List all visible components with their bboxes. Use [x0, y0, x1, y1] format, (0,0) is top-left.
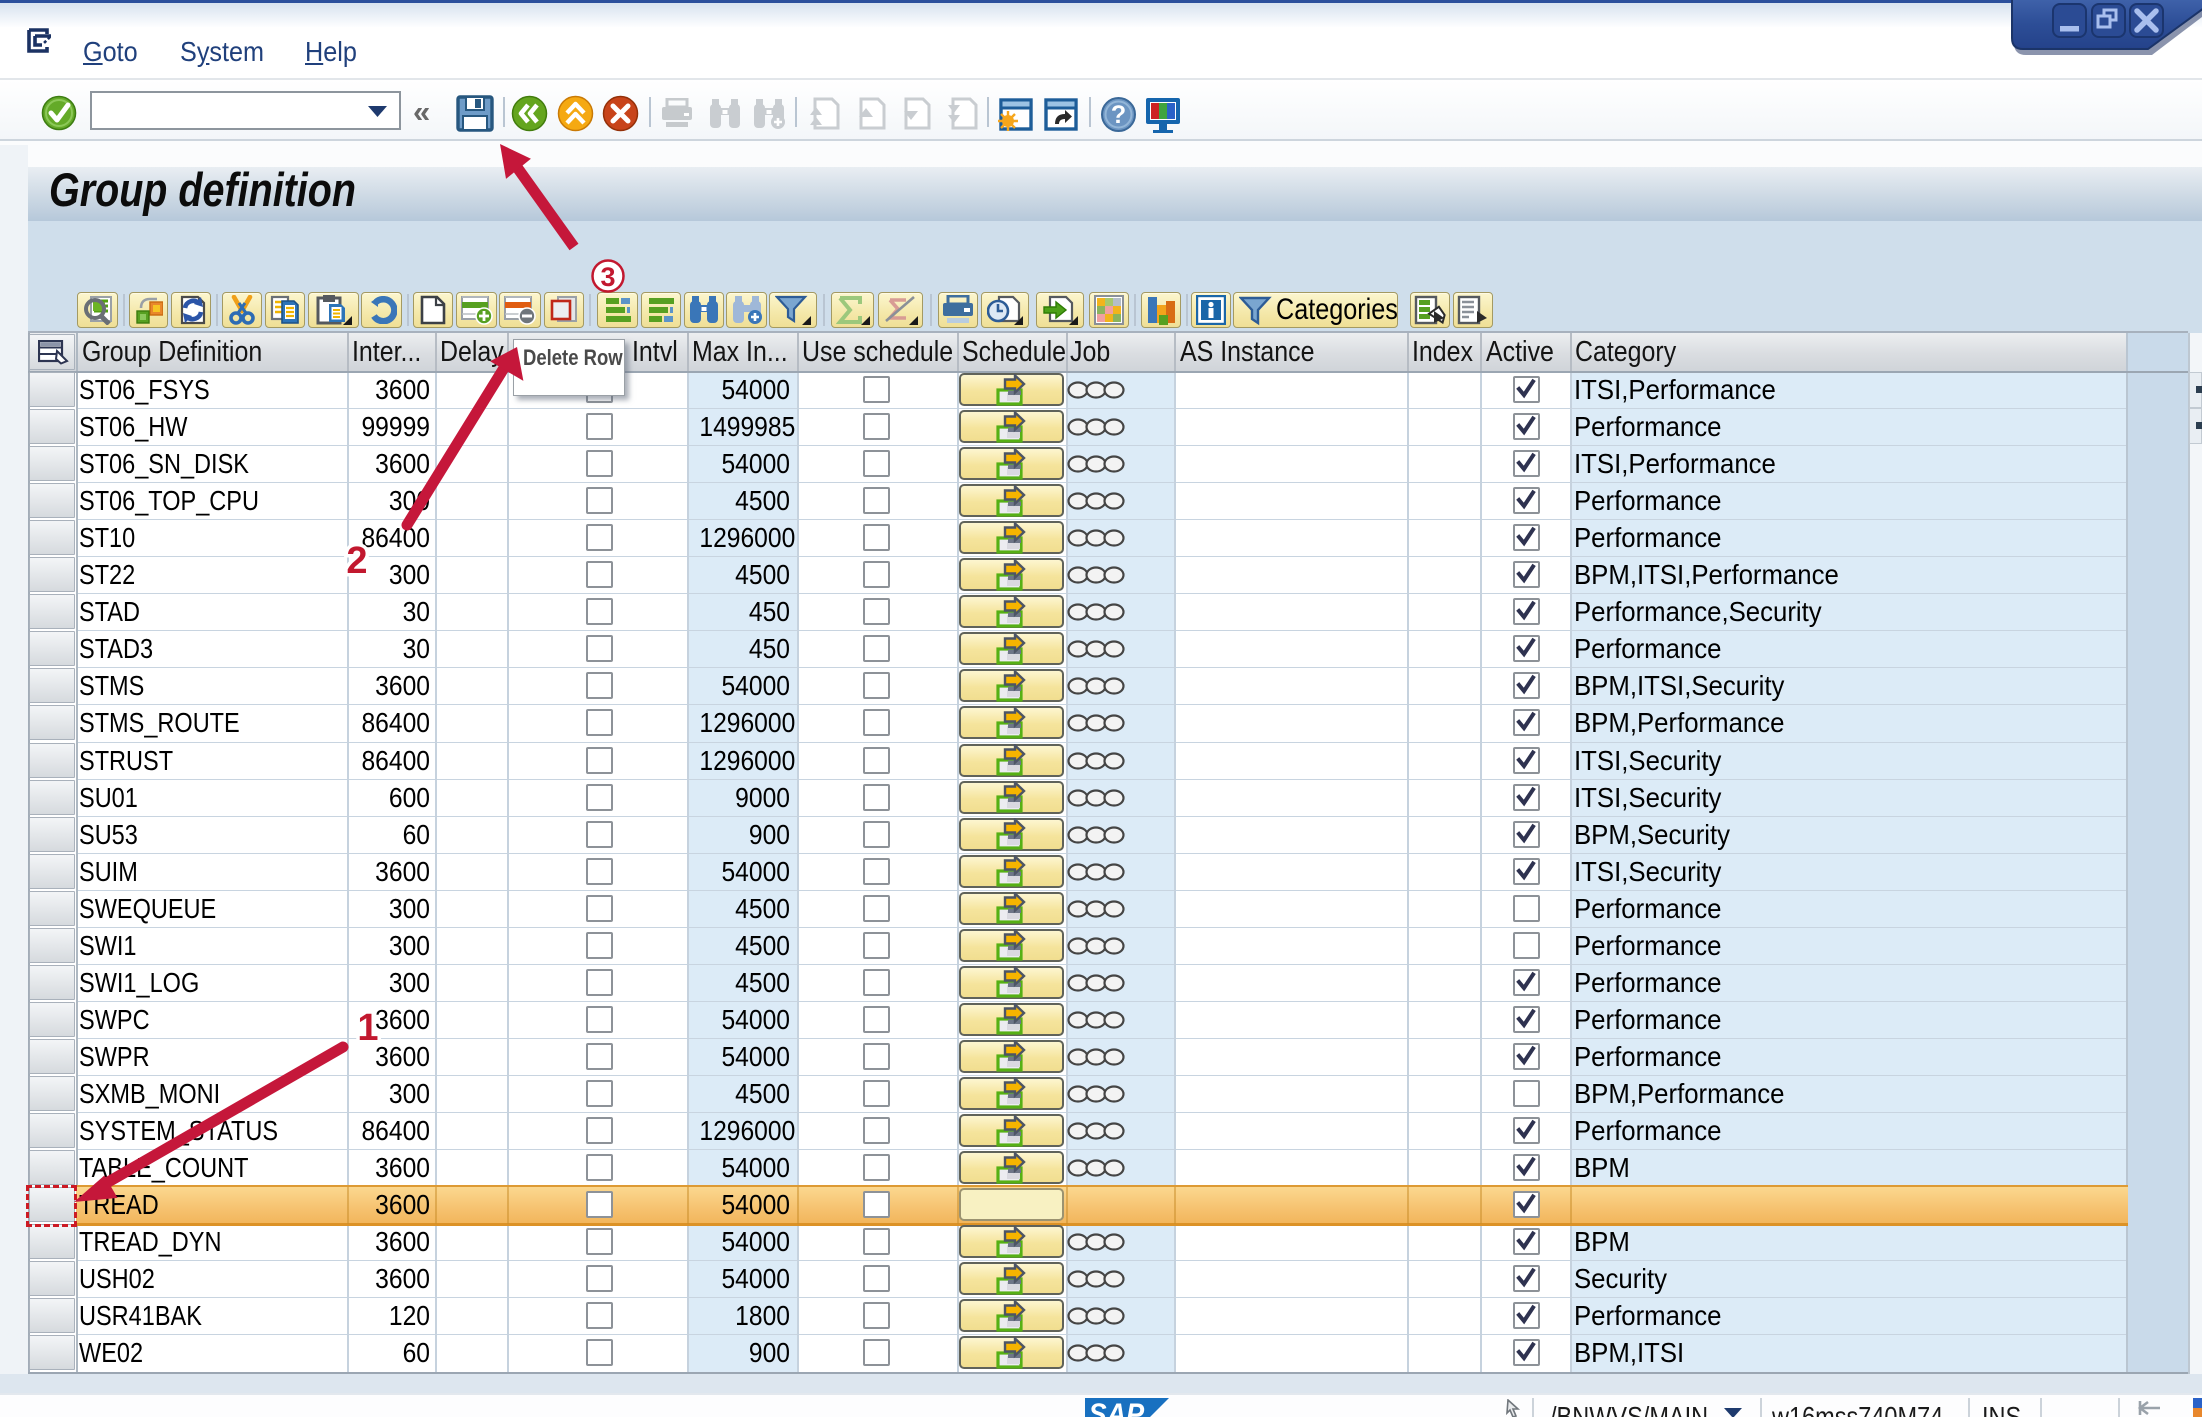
svg-text:?: ? [1111, 101, 1126, 129]
svg-text:SAP: SAP [1089, 1398, 1145, 1417]
